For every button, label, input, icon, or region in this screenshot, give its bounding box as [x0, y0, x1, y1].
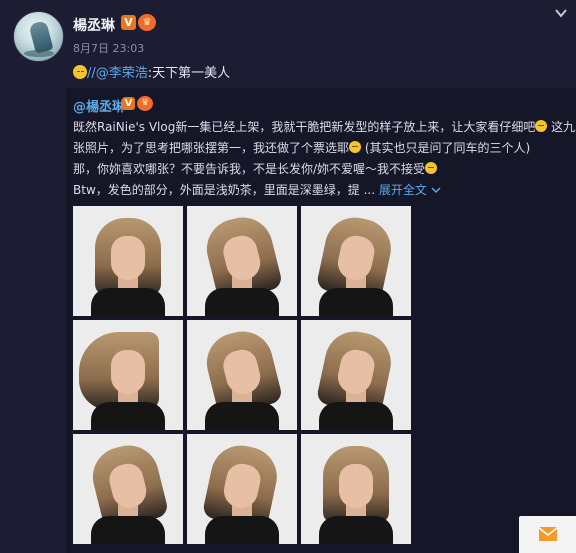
photo-thumbnail[interactable] — [73, 434, 183, 544]
photo-thumbnail[interactable] — [301, 434, 411, 544]
post-timestamp[interactable]: 8月7日 23:03 — [73, 40, 144, 56]
repost-card: @楊丞琳 V ♛ 既然RaiNie's Vlog新一集已经上架，我就干脆把新发型… — [66, 88, 576, 553]
photo-thumbnail[interactable] — [187, 320, 297, 430]
verified-badge-icon: V — [121, 15, 136, 30]
photo-thumbnail[interactable] — [301, 320, 411, 430]
verified-badge-icon: V — [122, 97, 135, 110]
repost-author[interactable]: @楊丞琳 — [73, 96, 125, 115]
message-button[interactable] — [519, 516, 576, 553]
photo-grid — [73, 206, 411, 544]
comment-text: :天下第一美人 — [147, 66, 231, 81]
repost-text-line: 既然RaiNie's Vlog新一集已经上架，我就干脆把新发型的样子放上来，让大… — [73, 120, 576, 134]
photo-thumbnail[interactable] — [301, 206, 411, 316]
repost-text-line: 那，你妳喜欢哪张？不要告诉我，不是长发你/妳不爱喔～我不接受 — [73, 160, 438, 177]
post-comment: //@李荣浩:天下第一美人 — [73, 62, 230, 81]
mail-icon — [539, 527, 557, 541]
photo-thumbnail[interactable] — [187, 434, 297, 544]
wink-emoji-icon — [425, 162, 438, 174]
repost-text-line: Btw，发色的部分，外面是浅奶茶，里面是深墨绿，提 ... 展开全文 — [73, 181, 441, 198]
laugh-emoji-icon — [349, 141, 362, 153]
chevron-down-icon[interactable] — [554, 6, 568, 20]
avatar[interactable] — [13, 11, 64, 62]
member-crown-icon: ♛ — [137, 96, 153, 111]
photo-thumbnail[interactable] — [73, 206, 183, 316]
smile-emoji-icon — [535, 120, 548, 132]
mention-link[interactable]: //@李荣浩 — [87, 66, 148, 81]
repost-text-line: 张照片，为了思考把哪张摆第一，我还做了个票选耶 (其实也只是问了同车的三个人) — [73, 141, 531, 155]
expand-full-text-link[interactable]: 展开全文 — [379, 183, 427, 197]
weibo-post: 楊丞琳 V ♛ 8月7日 23:03 //@李荣浩:天下第一美人 @楊丞琳 V … — [0, 0, 576, 553]
username[interactable]: 楊丞琳 — [73, 15, 115, 35]
photo-thumbnail[interactable] — [187, 206, 297, 316]
photo-thumbnail[interactable] — [73, 320, 183, 430]
member-crown-icon: ♛ — [138, 14, 156, 31]
chevron-down-icon[interactable] — [431, 186, 441, 194]
smile-emoji-icon — [73, 65, 87, 79]
